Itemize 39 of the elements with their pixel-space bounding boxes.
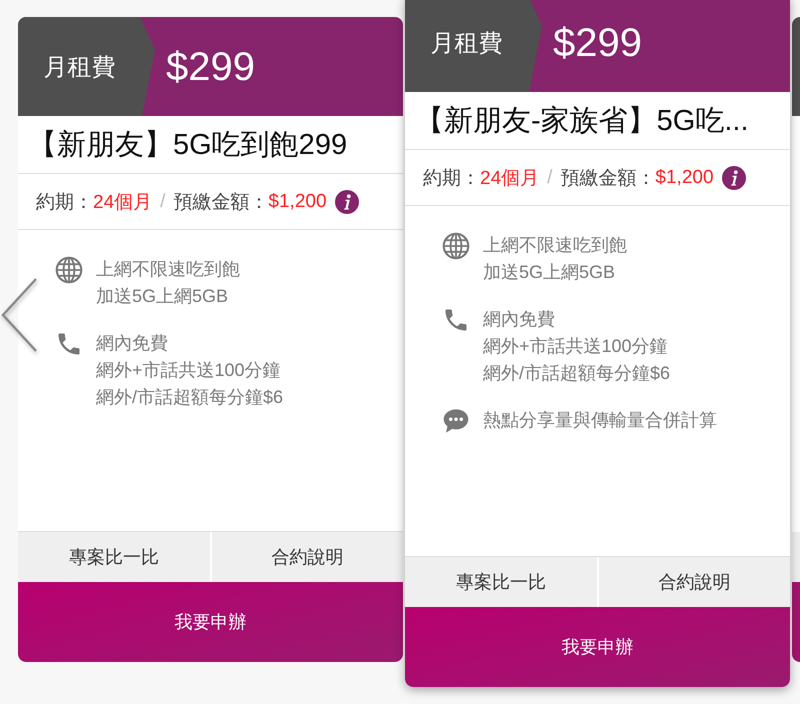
compare-button[interactable]: 專案比一比: [405, 557, 596, 607]
apply-button[interactable]: 我要申辦: [18, 582, 403, 662]
price-label: 月租費: [405, 0, 542, 92]
feature-text: 網外+市話共送100分鐘: [483, 335, 669, 358]
contract-terms-button[interactable]: 合約說明: [212, 532, 403, 582]
chat-bubble-icon: [442, 407, 470, 435]
plan-title: 【新朋友】5G吃到飽299: [28, 128, 348, 162]
separator-text: /: [547, 166, 552, 188]
contract-value: 24個月: [480, 166, 540, 190]
info-icon[interactable]: [722, 166, 746, 190]
globe-icon: [442, 232, 470, 260]
feature-text: 網內免費: [483, 308, 556, 331]
deposit-label: 預繳金額：: [173, 190, 268, 214]
deposit-value: $1,200: [655, 166, 714, 188]
contract-value: 24個月: [93, 190, 152, 214]
chevron-left-icon[interactable]: [0, 277, 38, 353]
deposit-value: $1,200: [268, 190, 327, 212]
feature-text: 熱點分享量與傳輸量合併計算: [483, 409, 717, 432]
feature-text: 加送5G上網5GB: [96, 285, 230, 308]
contract-label: 約期：: [423, 166, 480, 190]
contract-label: 約期：: [36, 190, 93, 214]
plan-title: 【新朋友-家族省】5G吃...: [415, 104, 749, 138]
feature-text: 網外+市話共送100分鐘: [96, 359, 282, 382]
apply-button[interactable]: 我要申辦: [405, 607, 790, 687]
feature-text: 上網不限速吃到飽: [96, 258, 240, 281]
price-text: $299: [553, 22, 642, 62]
feature-text: 上網不限速吃到飽: [483, 234, 627, 257]
info-icon[interactable]: [334, 190, 359, 214]
deposit-label: 預繳金額：: [560, 166, 656, 190]
price-text: $299: [166, 46, 255, 86]
feature-text: 網內免費: [96, 332, 169, 355]
feature-text: 加送5G上網5GB: [483, 261, 616, 284]
feature-text: 網外/市話超額每分鐘$6: [96, 386, 284, 409]
price-label: 月租費: [18, 17, 155, 116]
separator-text: /: [160, 190, 166, 212]
feature-text: 網外/市話超額每分鐘$6: [483, 362, 670, 385]
globe-icon: [55, 256, 83, 284]
compare-button[interactable]: 專案比一比: [18, 532, 210, 582]
contract-terms-button[interactable]: 合約說明: [598, 557, 790, 607]
